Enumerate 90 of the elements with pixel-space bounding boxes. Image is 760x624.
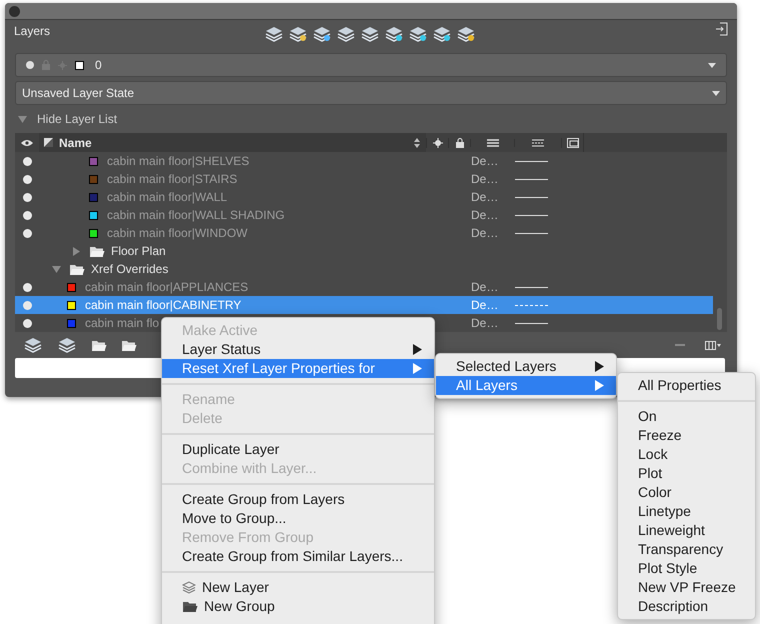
color-swatch [75, 60, 84, 70]
group-name[interactable]: Xref Overrides [91, 260, 168, 278]
panel-title: Layers [14, 23, 52, 40]
menu-item[interactable]: Duplicate Layer [162, 440, 434, 459]
layer-color-swatch[interactable] [67, 282, 76, 292]
layer-name: cabin main floor|STAIRS [107, 171, 238, 188]
lineweight-value: De… [471, 153, 500, 170]
layer-stack-icon[interactable] [408, 25, 428, 43]
lineweight-icon[interactable] [486, 138, 498, 146]
eye-icon[interactable] [21, 138, 33, 146]
lineweight-value: De… [471, 279, 500, 296]
lock-icon [42, 60, 50, 70]
name-column-header[interactable]: Name [39, 133, 426, 152]
linetype-icon[interactable] [532, 138, 544, 146]
menu-item[interactable]: New Group [162, 597, 434, 616]
menu-item[interactable]: Plot Style [618, 559, 755, 578]
layer-stack-icon[interactable] [264, 25, 284, 43]
new-layer-icon[interactable] [57, 336, 77, 354]
layer-color-swatch[interactable] [67, 300, 76, 310]
viewport-icon[interactable] [566, 138, 578, 148]
current-layer-name: 0 [95, 57, 103, 74]
menu-item[interactable]: New Layer [162, 578, 434, 597]
menu-item[interactable]: All Layers [436, 376, 616, 395]
menu-item[interactable]: Reset Xref Layer Properties for [162, 359, 434, 378]
layer-name: cabin main floor|SHELVES [107, 153, 250, 170]
new-layer-icon[interactable] [23, 336, 43, 354]
layer-name: cabin main floor|APPLIANCES [85, 279, 248, 296]
layer-name: cabin main floor|WALL SHADING [107, 207, 285, 224]
freeze-icon[interactable] [432, 138, 442, 148]
lineweight-value: De… [471, 225, 500, 242]
layer-color-swatch[interactable] [89, 174, 98, 184]
menu-item[interactable]: Lock [618, 445, 755, 464]
folder-icon[interactable] [182, 600, 198, 613]
current-layer-dropdown[interactable]: 0 [15, 53, 727, 77]
layer-color-swatch[interactable] [89, 192, 98, 202]
menu-item[interactable]: Description [618, 597, 755, 616]
sort-icon [414, 138, 420, 148]
hide-layer-list-toggle[interactable]: Hide Layer List [37, 110, 118, 128]
menu-item[interactable]: Move to Group... [162, 509, 434, 528]
expand-arrow-icon[interactable] [72, 246, 81, 256]
color-toggle-icon [44, 138, 53, 147]
menu-item[interactable]: Layer Status [162, 340, 434, 359]
menu-item[interactable]: Create Group from Layers [162, 490, 434, 509]
layer-stack-icon[interactable] [384, 25, 404, 43]
menu-item[interactable]: Create Group from Similar Layers... [162, 547, 434, 566]
close-button[interactable] [9, 6, 20, 16]
layer-name: cabin main floor|CABINETRY [85, 297, 242, 314]
layer-state-dropdown[interactable]: Unsaved Layer State [15, 81, 727, 105]
lock-icon[interactable] [456, 138, 464, 148]
group-name[interactable]: Floor Plan [111, 242, 166, 260]
layer-stack-icon[interactable] [336, 25, 356, 43]
layer-state-value: Unsaved Layer State [22, 85, 136, 102]
menu-item[interactable]: New VP Freeze [618, 578, 755, 597]
collapse-arrow-icon[interactable] [52, 264, 61, 274]
menu-item[interactable]: Plot [618, 464, 755, 483]
layer-name: cabin main floor|WALL [107, 189, 228, 206]
folder-icon[interactable] [121, 338, 137, 352]
menu-item[interactable]: Linetype [618, 502, 755, 521]
folder-icon[interactable] [91, 338, 107, 352]
scrollbar-thumb[interactable] [717, 308, 722, 330]
layer-stack-icon[interactable] [360, 25, 380, 43]
lineweight-value: De… [471, 171, 500, 188]
lineweight-value: De… [471, 189, 500, 206]
layer-color-swatch[interactable] [89, 228, 98, 238]
layer-color-swatch[interactable] [67, 318, 76, 328]
layers-icon [182, 581, 196, 594]
dropdown-caret-icon [708, 62, 716, 68]
menu-item[interactable]: Transparency [618, 540, 755, 559]
layer-name: cabin main flo [85, 315, 160, 332]
menu-item[interactable]: Lineweight [618, 521, 755, 540]
layer-name: cabin main floor|WINDOW [107, 225, 248, 242]
layer-stack-icon[interactable] [432, 25, 452, 43]
menu-item[interactable]: Selected Layers [436, 357, 616, 376]
lineweight-value: De… [471, 297, 500, 314]
menu-item[interactable]: All Properties [618, 376, 755, 395]
columns-icon[interactable] [705, 340, 721, 350]
menu-item[interactable]: Color [618, 483, 755, 502]
layer-color-swatch[interactable] [89, 156, 98, 166]
exit-icon[interactable] [716, 22, 728, 36]
folder-icon[interactable] [69, 262, 85, 276]
layer-stack-icon[interactable] [288, 25, 308, 43]
lineweight-value: De… [471, 207, 500, 224]
menu-item[interactable]: Freeze [618, 426, 755, 445]
layer-color-swatch[interactable] [89, 210, 98, 220]
layer-stack-icon[interactable] [456, 25, 476, 43]
folder-icon[interactable] [89, 244, 105, 258]
menu-item[interactable]: On [618, 407, 755, 426]
dropdown-caret-icon [712, 90, 720, 96]
layer-stack-icon[interactable] [312, 25, 332, 43]
lineweight-value: De… [471, 315, 500, 332]
